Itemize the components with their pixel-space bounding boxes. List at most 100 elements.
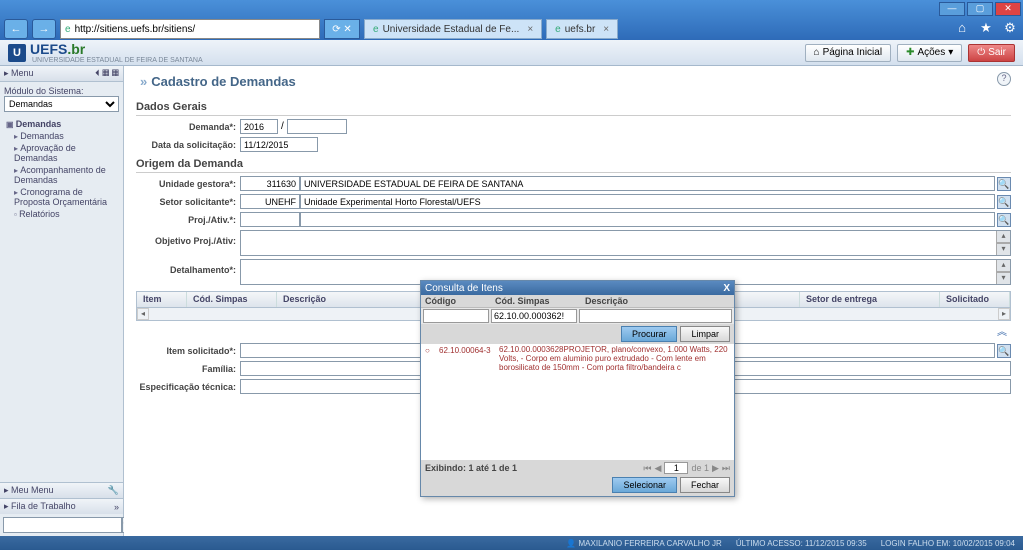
sidebar-menu-header: ▸ Menu ⏴ ▦ ▦ xyxy=(0,66,123,82)
scroll-down-icon[interactable]: ▾ xyxy=(996,272,1010,284)
scroll-up-icon[interactable]: ▴ xyxy=(996,260,1010,272)
modal-simpas-input[interactable] xyxy=(491,309,577,323)
pager-page-input[interactable] xyxy=(664,462,688,474)
col-setor: Setor de entrega xyxy=(800,292,940,307)
setor-code-input[interactable] xyxy=(240,194,300,209)
chevron-icon: » xyxy=(140,74,147,89)
fila-trabalho-bar[interactable]: ▸ Fila de Trabalho» xyxy=(0,498,123,514)
demanda-label: Demanda*: xyxy=(136,122,240,132)
setor-row: Setor solicitante*: 🔍 xyxy=(136,194,1011,209)
sidebar-search: 🔍 xyxy=(0,514,123,536)
exit-button[interactable]: ⏻Sair xyxy=(968,44,1015,62)
forward-button[interactable]: → xyxy=(32,19,56,39)
address-bar-row: ← → ehttp://sitiens.uefs.br/sitiens/ ⟳ ✕… xyxy=(0,18,1023,40)
limpar-button[interactable]: Limpar xyxy=(680,326,730,342)
modal-filter-header: Código Cód. Simpas Descrição xyxy=(421,295,734,308)
gear-icon[interactable]: ⚙ xyxy=(1001,20,1019,38)
module-select[interactable]: Demandas xyxy=(4,96,119,112)
logo: U UEFS.br UNIVERSIDADE ESTADUAL DE FEIRA… xyxy=(8,41,203,64)
browser-chrome: — ▢ ✕ ← → ehttp://sitiens.uefs.br/sitien… xyxy=(0,0,1023,40)
refresh-button[interactable]: ⟳ ✕ xyxy=(324,19,360,39)
tab-close-icon[interactable]: × xyxy=(527,24,533,35)
app-header: U UEFS.br UNIVERSIDADE ESTADUAL DE FEIRA… xyxy=(0,40,1023,66)
demanda-num-input[interactable] xyxy=(287,119,347,134)
header-actions: ⌂Página Inicial ✚Ações▾ ⏻Sair xyxy=(805,44,1015,62)
tree-item-aprovacao[interactable]: Aprovação de Demandas xyxy=(4,142,119,164)
favorites-icon[interactable]: ★ xyxy=(977,20,995,38)
modal-filter-inputs xyxy=(421,308,734,324)
pager-first-icon[interactable]: ⏮ xyxy=(643,463,651,474)
help-button[interactable]: ? xyxy=(997,72,1011,86)
browser-tab-1[interactable]: euefs.br× xyxy=(546,19,618,39)
sidebar-search-input[interactable] xyxy=(3,517,122,533)
pager-of: de 1 xyxy=(691,463,709,473)
home-icon: ⌂ xyxy=(814,47,820,58)
unidade-name-input[interactable] xyxy=(300,176,995,191)
setor-lookup-button[interactable]: 🔍 xyxy=(997,195,1011,209)
chevron-up-icon[interactable]: ︽ xyxy=(997,327,1007,338)
tree-item-cronograma[interactable]: Cronograma de Proposta Orçamentária xyxy=(4,186,119,208)
tree-item-acompanhamento[interactable]: Acompanhamento de Demandas xyxy=(4,164,119,186)
modal-result-row[interactable]: ○ 62.10.00064-3 62.10.00.0003628PROJETOR… xyxy=(421,344,734,374)
tree-root-demandas[interactable]: Demandas xyxy=(4,118,119,130)
home-icon[interactable]: ⌂ xyxy=(953,20,971,38)
minimize-button[interactable]: — xyxy=(939,2,965,16)
collapse-icon[interactable]: ⏴ ▦ ▦ xyxy=(95,68,119,79)
proj-code-input[interactable] xyxy=(240,212,300,227)
unidade-row: Unidade gestora*: 🔍 xyxy=(136,176,1011,191)
main-layout: ▸ Menu ⏴ ▦ ▦ Módulo do Sistema: Demandas… xyxy=(0,66,1023,536)
detalhamento-label: Detalhamento*: xyxy=(136,259,240,285)
modal-descricao-input[interactable] xyxy=(579,309,732,323)
result-radio[interactable]: ○ xyxy=(425,346,435,372)
page-title: »Cadastro de Demandas xyxy=(136,72,1011,95)
objetivo-textarea[interactable]: ▴ ▾ xyxy=(240,230,1011,256)
address-input[interactable]: ehttp://sitiens.uefs.br/sitiens/ xyxy=(60,19,320,39)
close-button[interactable]: ✕ xyxy=(995,2,1021,16)
pager-prev-icon[interactable]: ◀ xyxy=(655,463,662,474)
scroll-up-icon[interactable]: ▴ xyxy=(996,231,1010,243)
unidade-code-input[interactable] xyxy=(240,176,300,191)
modal-search-buttons: Procurar Limpar xyxy=(421,324,734,344)
browser-tab-0[interactable]: eUniversidade Estadual de Fe...× xyxy=(364,19,542,39)
tree-item-relatorios[interactable]: Relatórios xyxy=(4,208,119,220)
wrench-icon: 🔧 xyxy=(108,485,119,496)
proj-name-input[interactable] xyxy=(300,212,995,227)
scroll-left-icon[interactable]: ◂ xyxy=(137,308,149,320)
procurar-button[interactable]: Procurar xyxy=(621,326,678,342)
status-login: LOGIN FALHO EM: 10/02/2015 09:04 xyxy=(881,539,1015,548)
result-desc: 62.10.00.0003628PROJETOR, plano/convexo,… xyxy=(499,346,730,372)
demanda-year-input[interactable] xyxy=(240,119,278,134)
result-code: 62.10.00064-3 xyxy=(439,346,495,372)
back-button[interactable]: ← xyxy=(4,19,28,39)
window-titlebar: — ▢ ✕ xyxy=(0,0,1023,18)
maximize-button[interactable]: ▢ xyxy=(967,2,993,16)
demanda-sep: / xyxy=(278,121,287,132)
pager-next-icon[interactable]: ▶ xyxy=(712,463,719,474)
pager-last-icon[interactable]: ⏭ xyxy=(722,463,730,474)
selecionar-button[interactable]: Selecionar xyxy=(612,477,677,493)
actions-button[interactable]: ✚Ações▾ xyxy=(897,44,962,62)
home-button[interactable]: ⌂Página Inicial xyxy=(805,44,892,62)
browser-tools: ⌂ ★ ⚙ xyxy=(953,20,1019,38)
modal-codigo-input[interactable] xyxy=(423,309,489,323)
expand-icon: » xyxy=(114,502,119,512)
tab-close-icon[interactable]: × xyxy=(603,24,609,35)
item-lookup-button[interactable]: 🔍 xyxy=(997,344,1011,358)
fechar-button[interactable]: Fechar xyxy=(680,477,730,493)
modal-close-button[interactable]: X xyxy=(723,283,730,294)
modal-titlebar[interactable]: Consulta de Itens X xyxy=(421,281,734,295)
logo-subtitle: UNIVERSIDADE ESTADUAL DE FEIRA DE SANTAN… xyxy=(32,57,203,64)
scroll-down-icon[interactable]: ▾ xyxy=(996,243,1010,255)
setor-name-input[interactable] xyxy=(300,194,995,209)
scroll-right-icon[interactable]: ▸ xyxy=(998,308,1010,320)
logo-text: UEFS.br xyxy=(30,41,85,57)
meu-menu-bar[interactable]: ▸ Meu Menu🔧 xyxy=(0,482,123,498)
tree-item-demandas[interactable]: Demandas xyxy=(4,130,119,142)
proj-lookup-button[interactable]: 🔍 xyxy=(997,213,1011,227)
data-input[interactable] xyxy=(240,137,318,152)
unidade-lookup-button[interactable]: 🔍 xyxy=(997,177,1011,191)
modal-pager: Exibindo: 1 até 1 de 1 ⏮ ◀ de 1 ▶ ⏭ xyxy=(425,462,730,474)
modal-col-simpas: Cód. Simpas xyxy=(491,295,581,307)
ie-icon: e xyxy=(373,24,379,35)
modal-col-descricao: Descrição xyxy=(581,295,734,307)
